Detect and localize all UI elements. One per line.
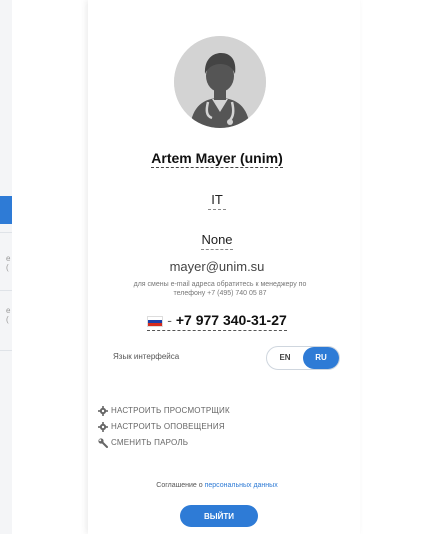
language-option-ru[interactable]: RU [303, 347, 339, 369]
wrench-icon [98, 438, 108, 448]
language-label: Язык интерфейса [113, 352, 180, 361]
gear-icon [98, 421, 108, 432]
configure-viewer-link[interactable]: НАСТРОИТЬ ПРОСМОТРЩИК [98, 404, 230, 418]
personal-data-link[interactable]: персональных данных [205, 482, 278, 489]
logout-button[interactable]: ВЫЙТИ [180, 505, 258, 527]
language-toggle[interactable]: EN RU [266, 346, 340, 370]
agreement-prefix: Соглашение о [156, 482, 203, 489]
department-field[interactable]: IT [0, 192, 434, 210]
agreement-text: Соглашение о персональных данных [0, 482, 434, 489]
phone-wrap[interactable]: - +7 977 340-31-27 [147, 312, 287, 331]
email: mayer@unim.su [169, 259, 265, 274]
department-text[interactable]: IT [208, 192, 226, 210]
configure-notifications-link[interactable]: НАСТРОИТЬ ОПОВЕЩЕНИЯ [98, 420, 230, 434]
russia-flag-icon [147, 315, 164, 327]
configure-viewer-label[interactable]: НАСТРОИТЬ ПРОСМОТРЩИК [111, 406, 230, 415]
background-divider [0, 290, 12, 291]
phone-prefix: - [167, 312, 172, 328]
gear-icon [98, 405, 108, 416]
settings-links: НАСТРОИТЬ ПРОСМОТРЩИК НАСТРОИТЬ ОПОВЕЩЕН… [98, 404, 230, 452]
phone-field[interactable]: - +7 977 340-31-27 [0, 312, 434, 331]
configure-notifications-label[interactable]: НАСТРОИТЬ ОПОВЕЩЕНИЯ [111, 422, 225, 431]
email-note: для смены e-mail адреса обратитесь к мен… [133, 281, 307, 297]
position-text[interactable]: None [201, 232, 233, 250]
phone-number[interactable]: +7 977 340-31-27 [176, 312, 287, 328]
user-name[interactable]: Artem Mayer (unim) [0, 150, 434, 168]
position-field[interactable]: None [0, 232, 434, 250]
change-password-link[interactable]: СМЕНИТЬ ПАРОЛЬ [98, 436, 230, 450]
avatar[interactable] [174, 36, 266, 128]
doctor-avatar-icon [174, 36, 266, 128]
language-option-en[interactable]: EN [267, 347, 303, 369]
user-name-text[interactable]: Artem Mayer (unim) [151, 150, 283, 168]
change-password-label[interactable]: СМЕНИТЬ ПАРОЛЬ [111, 438, 188, 447]
background-divider [0, 350, 12, 351]
